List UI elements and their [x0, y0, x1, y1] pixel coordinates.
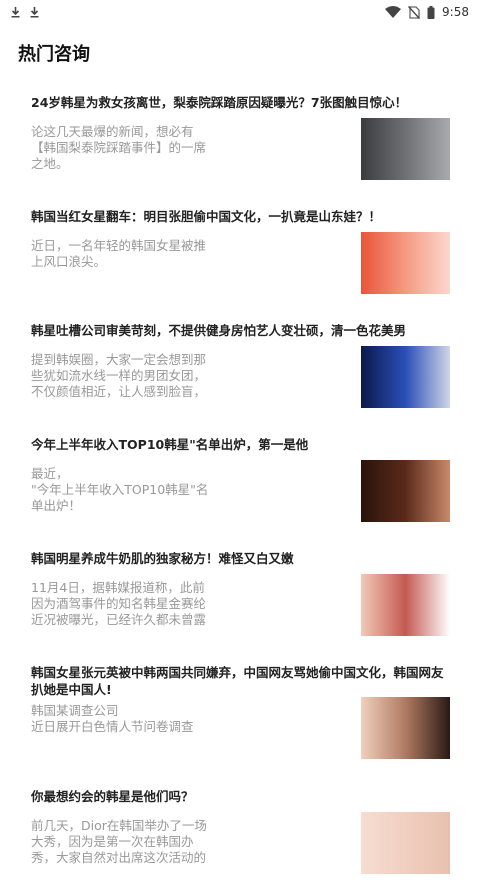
download-icon: [30, 7, 39, 18]
page-title: 热门咨询: [18, 44, 90, 65]
news-thumbnail[interactable]: [361, 460, 450, 522]
news-title[interactable]: 24岁韩星为救女孩离世，梨泰院踩踏原因疑曝光？7张图触目惊心！: [31, 86, 450, 111]
news-item[interactable]: 韩国当红女星翻车：明目张胆偷中国文化，一扒竟是山东娃？！ 近日，一名年轻的韩国女星…: [0, 200, 477, 314]
status-bar: 9:58: [0, 0, 477, 24]
status-right: 9:58: [385, 5, 469, 19]
news-title[interactable]: 你最想约会的韩星是他们吗？: [31, 780, 450, 805]
news-item[interactable]: 24岁韩星为救女孩离世，梨泰院踩踏原因疑曝光？7张图触目惊心！ 论这几天最爆的新闻…: [0, 86, 477, 200]
download-icon: [11, 7, 20, 18]
news-thumbnail[interactable]: [361, 346, 450, 408]
news-thumbnail[interactable]: [361, 697, 450, 759]
news-summary: 近日，一名年轻的韩国女星被推 上风口浪尖。: [31, 238, 207, 269]
news-title[interactable]: 韩星吐槽公司审美苛刻，不提供健身房怕艺人变壮硕，清一色花美男: [31, 314, 450, 339]
news-item[interactable]: 今年上半年收入TOP10韩星"名单出炉，第一是他最近， "今年上半年收入TOP1…: [0, 428, 477, 542]
news-item[interactable]: 韩国明星养成牛奶肌的独家秘方！难怪又白又嫩 11月4日，据韩媒报道称，此前 因为酒…: [0, 542, 477, 656]
no-sim-icon: [408, 5, 421, 19]
news-title[interactable]: 韩国当红女星翻车：明目张胆偷中国文化，一扒竟是山东娃？！: [31, 200, 450, 225]
news-summary: 论这几天最爆的新闻，想必有 【韩国梨泰院踩踏事件】的一席 之地。: [31, 124, 207, 171]
news-thumbnail[interactable]: [361, 118, 450, 180]
news-body: 最近， "今年上半年收入TOP10韩星"名 单出炉！: [31, 460, 450, 522]
news-list: 24岁韩星为救女孩离世，梨泰院踩踏原因疑曝光？7张图触目惊心！ 论这几天最爆的新闻…: [0, 86, 477, 894]
news-summary: 前几天，Dior在韩国举办了一场 大秀，因为是第一次在韩国办 秀，大家自然对出席…: [31, 818, 207, 865]
news-item[interactable]: 你最想约会的韩星是他们吗？ 前几天，Dior在韩国举办了一场 大秀，因为是第一次在…: [0, 780, 477, 894]
wifi-icon: [385, 6, 402, 18]
news-body: 11月4日，据韩媒报道称，此前 因为酒驾事件的知名韩星金赛纶 近况被曝光，已经许…: [31, 574, 450, 636]
news-body: 论这几天最爆的新闻，想必有 【韩国梨泰院踩踏事件】的一席 之地。: [31, 118, 450, 180]
news-item[interactable]: 韩国女星张元英被中韩两国共同嫌弃，中国网友骂她偷中国文化，韩国网友扒她是中国人!…: [0, 656, 477, 780]
news-body: 近日，一名年轻的韩国女星被推 上风口浪尖。: [31, 232, 450, 294]
news-title[interactable]: 今年上半年收入TOP10韩星"名单出炉，第一是他: [31, 428, 450, 453]
news-body: 韩国某调查公司 近日展开白色情人节问卷调查: [31, 697, 450, 759]
news-title[interactable]: 韩国明星养成牛奶肌的独家秘方！难怪又白又嫩: [31, 542, 450, 567]
news-thumbnail[interactable]: [361, 812, 450, 874]
news-thumbnail[interactable]: [361, 574, 450, 636]
news-summary: 最近， "今年上半年收入TOP10韩星"名 单出炉！: [31, 466, 209, 513]
news-body: 前几天，Dior在韩国举办了一场 大秀，因为是第一次在韩国办 秀，大家自然对出席…: [31, 812, 450, 874]
status-time: 9:58: [442, 5, 469, 19]
news-title[interactable]: 韩国女星张元英被中韩两国共同嫌弃，中国网友骂她偷中国文化，韩国网友扒她是中国人!: [31, 656, 450, 698]
news-thumbnail[interactable]: [361, 232, 450, 294]
news-summary: 11月4日，据韩媒报道称，此前 因为酒驾事件的知名韩星金赛纶 近况被曝光，已经许…: [31, 580, 207, 627]
battery-icon: [427, 5, 435, 19]
news-item[interactable]: 韩星吐槽公司审美苛刻，不提供健身房怕艺人变壮硕，清一色花美男提到韩娱圈，大家一定…: [0, 314, 477, 428]
status-left: [10, 6, 40, 18]
news-body: 提到韩娱圈，大家一定会想到那 些犹如流水线一样的男团女团， 不仅颜值相近，让人感…: [31, 346, 450, 408]
news-summary: 韩国某调查公司 近日展开白色情人节问卷调查: [31, 703, 194, 734]
news-summary: 提到韩娱圈，大家一定会想到那 些犹如流水线一样的男团女团， 不仅颜值相近，让人感…: [31, 352, 207, 399]
